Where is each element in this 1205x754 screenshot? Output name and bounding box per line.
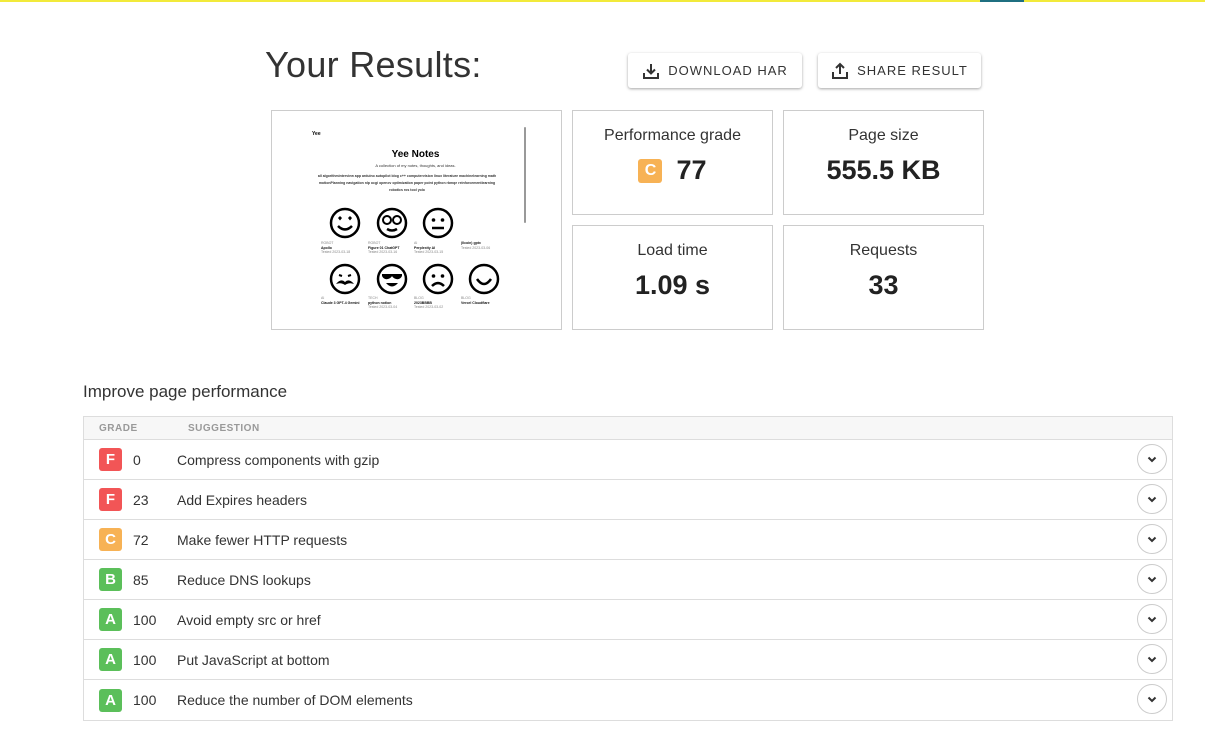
table-header: GRADE SUGGESTION: [84, 417, 1172, 440]
chevron-down-icon: [1147, 536, 1157, 543]
table-row[interactable]: A 100 Avoid empty src or href: [84, 600, 1172, 640]
requests-value: 33: [868, 270, 899, 300]
expand-row-button[interactable]: [1137, 444, 1167, 474]
grade-badge: A: [99, 608, 122, 631]
table-body: F 0 Compress components with gzip F 23 Add Ex…: [84, 440, 1172, 720]
expand-row-button[interactable]: [1137, 604, 1167, 634]
preview-tags: all algorithminterview app arduino autop…: [317, 174, 497, 192]
grade-badge: C: [638, 158, 663, 183]
suggestion-text: Put JavaScript at bottom: [177, 651, 330, 668]
preview-subtitle: A collection of my notes, thoughts, and …: [375, 163, 456, 168]
page-size-label: Page size: [848, 127, 919, 144]
preview-card-1: ROBOT Apollo Tested 2023-03-18: [321, 241, 351, 254]
mustache-face-icon: [329, 263, 361, 295]
preview-card-2: ROBOT Figure 01 ChatGPT Tested 2023-03-1…: [368, 241, 400, 254]
expand-row-button[interactable]: [1137, 684, 1167, 714]
page-size-value: 555.5 KB: [826, 155, 941, 185]
share-icon: [832, 62, 849, 79]
preview-card-3: AI Perplexity AI Tested 2023-03-15: [414, 241, 444, 254]
suggestion-text: Compress components with gzip: [177, 451, 380, 468]
performance-grade-label: Performance grade: [604, 127, 741, 144]
download-icon: [643, 63, 660, 79]
sunglasses-face-icon: [376, 263, 408, 295]
table-row[interactable]: F 0 Compress components with gzip: [84, 440, 1172, 480]
preview-title: Yee Notes: [391, 149, 440, 160]
chevron-down-icon: [1147, 456, 1157, 463]
chevron-down-icon: [1147, 656, 1157, 663]
suggestion-text: Reduce the number of DOM elements: [177, 692, 413, 708]
neutral-face-icon: [422, 207, 454, 239]
grade-score: 23: [133, 491, 149, 508]
load-time-value: 1.09 s: [634, 270, 711, 300]
suggestion-text: Reduce DNS lookups: [177, 571, 311, 588]
top-accent-line: [0, 0, 1205, 2]
grade-score: 100: [133, 692, 157, 708]
expand-row-button[interactable]: [1137, 524, 1167, 554]
share-result-label: SHARE RESULT: [857, 63, 968, 78]
load-time-card: Load time 1.09 s: [572, 225, 773, 330]
frown-face-icon: [422, 263, 454, 295]
table-row[interactable]: C 72 Make fewer HTTP requests: [84, 520, 1172, 560]
grade-badge: A: [99, 688, 122, 712]
expand-row-button[interactable]: [1137, 644, 1167, 674]
share-result-button[interactable]: SHARE RESULT: [818, 53, 981, 88]
suggestion-text: Avoid empty src or href: [177, 611, 321, 628]
performance-grade-value: C 77: [573, 155, 772, 186]
grade-badge: B: [99, 568, 122, 591]
grade-score: 100: [133, 651, 157, 668]
suggestion-text: Make fewer HTTP requests: [177, 531, 348, 548]
chevron-down-icon: [1147, 696, 1157, 703]
chevron-down-icon: [1147, 616, 1157, 623]
preview-card-6: TECH python notion Tested 2023-03-04: [368, 296, 398, 309]
suggestion-column-header: SUGGESTION: [188, 422, 260, 434]
performance-grade-card: Performance grade C 77: [572, 110, 773, 215]
grade-badge: F: [99, 488, 122, 511]
glasses-face-icon: [376, 207, 408, 239]
requests-card: Requests 33: [783, 225, 984, 330]
download-har-button[interactable]: DOWNLOAD HAR: [628, 53, 802, 88]
chevron-down-icon: [1147, 496, 1157, 503]
page-screenshot-preview: Yee Yee Notes A collection of my notes, …: [271, 110, 562, 330]
expand-row-button[interactable]: [1137, 484, 1167, 514]
simple-smile-icon: [468, 263, 500, 295]
suggestions-table: GRADE SUGGESTION F 0 Compress components w…: [83, 416, 1173, 721]
suggestion-text: Add Expires headers: [177, 491, 307, 508]
preview-card-4: (Ilcoin) gptx Tested 2023-03-06: [461, 241, 491, 250]
table-row[interactable]: F 23 Add Expires headers: [84, 480, 1172, 520]
grade-score: 85: [133, 571, 149, 588]
table-row[interactable]: B 85 Reduce DNS lookups: [84, 560, 1172, 600]
preview-card-8: BLOG Vercel Cloudflare: [461, 296, 490, 305]
page-size-card: Page size 555.5 KB: [783, 110, 984, 215]
top-accent-tab: [980, 0, 1024, 2]
chevron-down-icon: [1147, 576, 1157, 583]
improve-section-title: Improve page performance: [83, 382, 288, 401]
grade-badge: F: [99, 448, 122, 471]
preview-card-7: BLOG 2023BBBB Tested 2023-03-02: [414, 296, 444, 309]
preview-brand: Yee: [312, 131, 321, 137]
grade-score: 72: [133, 531, 149, 548]
download-har-label: DOWNLOAD HAR: [668, 63, 788, 78]
grade-score: 0: [133, 451, 141, 468]
page-title: Your Results:: [265, 44, 482, 85]
performance-grade-score: 77: [676, 155, 707, 185]
preview-card-5: AI Claude 3 GPT-4 Gemini: [321, 296, 360, 305]
preview-scrollbar: [524, 127, 526, 223]
grade-column-header: GRADE: [99, 422, 138, 434]
smile-heart-eyes-icon: [329, 207, 361, 239]
table-row[interactable]: A 100 Put JavaScript at bottom: [84, 640, 1172, 680]
expand-row-button[interactable]: [1137, 564, 1167, 594]
table-row[interactable]: A 100 Reduce the number of DOM elements: [84, 680, 1172, 720]
load-time-label: Load time: [637, 242, 708, 259]
grade-badge: A: [99, 648, 122, 671]
grade-badge: C: [99, 528, 122, 551]
requests-label: Requests: [849, 242, 918, 259]
grade-score: 100: [133, 611, 157, 628]
